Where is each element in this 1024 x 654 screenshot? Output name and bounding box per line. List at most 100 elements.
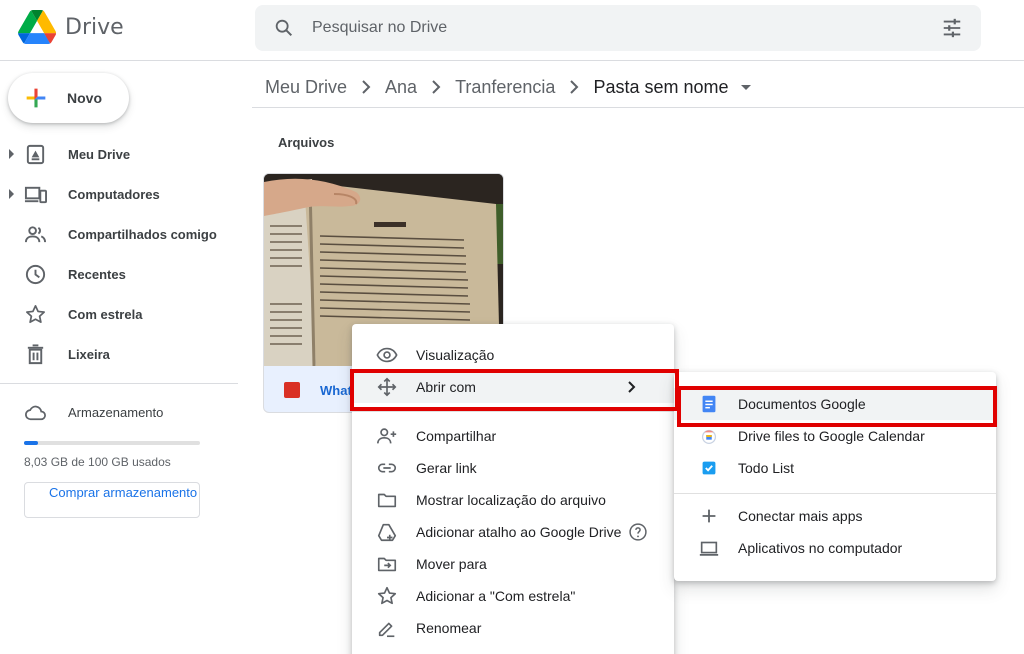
sidebar-item-recent[interactable]: Recentes	[0, 256, 238, 292]
chevron-right-icon	[362, 80, 371, 94]
laptop-icon	[699, 541, 719, 556]
menu-item-show-location[interactable]: Mostrar localização do arquivo	[352, 484, 674, 516]
pencil-icon	[378, 622, 395, 638]
plus-icon	[702, 509, 716, 523]
checkbox-app-icon	[702, 461, 716, 475]
menu-item-share[interactable]: Compartilhar	[352, 420, 674, 452]
drive-app: Drive Pesquisar no Drive Novo Meu Drive …	[0, 0, 1024, 654]
menu-item-move-to[interactable]: Mover para	[352, 548, 674, 580]
breadcrumb-item[interactable]: Ana	[385, 77, 417, 98]
trash-icon	[27, 344, 44, 365]
sidebar-item-my-drive[interactable]: Meu Drive	[0, 136, 238, 172]
header-divider	[0, 60, 1024, 61]
search-icon[interactable]	[273, 17, 295, 39]
menu-item-label: Mostrar localização do arquivo	[416, 492, 606, 508]
submenu-item-label: Drive files to Google Calendar	[738, 428, 925, 444]
menu-item-label: Adicionar atalho ao Google Drive	[416, 524, 622, 540]
google-docs-icon	[702, 395, 716, 413]
breadcrumb-item[interactable]: Tranferencia	[455, 77, 555, 98]
submenu-divider	[674, 493, 996, 494]
move-arrows-icon	[377, 377, 397, 397]
menu-item-label: Abrir com	[416, 379, 476, 395]
sidebar-item-starred[interactable]: Com estrela	[0, 296, 238, 332]
submenu-item-label: Todo List	[738, 460, 795, 476]
submenu-item-label: Documentos Google	[738, 396, 866, 412]
menu-item-label: Compartilhar	[416, 428, 497, 444]
computers-icon	[24, 186, 47, 204]
drive-logo-icon	[18, 10, 56, 44]
file-name[interactable]: What	[320, 383, 352, 398]
submenu-item-todo-list[interactable]: Todo List	[674, 452, 996, 484]
submenu-item-desktop-apps[interactable]: Aplicativos no computador	[674, 532, 996, 564]
new-button[interactable]: Novo	[8, 73, 129, 123]
search-input[interactable]: Pesquisar no Drive	[312, 19, 447, 37]
menu-divider	[352, 411, 674, 412]
link-icon	[377, 463, 397, 473]
search-bar[interactable]: Pesquisar no Drive	[255, 5, 981, 51]
folder-icon	[377, 493, 397, 508]
menu-item-label: Renomear	[416, 620, 482, 636]
sidebar-item-trash[interactable]: Lixeira	[0, 336, 238, 372]
sidebar-item-label: Meu Drive	[68, 147, 131, 162]
shared-icon	[24, 226, 47, 243]
sidebar-item-computers[interactable]: Computadores	[0, 176, 238, 212]
chevron-right-icon	[628, 381, 636, 393]
eye-icon	[376, 347, 398, 363]
my-drive-icon	[26, 144, 45, 165]
chevron-right-icon	[432, 80, 441, 94]
sidebar-item-storage[interactable]: Armazenamento	[0, 394, 238, 430]
files-section-title: Arquivos	[278, 135, 335, 150]
submenu-item-connect-apps[interactable]: Conectar mais apps	[674, 500, 996, 532]
storage-progress-bar	[24, 441, 200, 445]
chevron-right-icon	[570, 80, 579, 94]
sidebar-item-label: Lixeira	[68, 347, 110, 362]
expand-arrow-icon[interactable]	[9, 149, 14, 159]
star-icon	[26, 305, 45, 324]
caret-down-icon[interactable]	[740, 84, 751, 90]
submenu-item-label: Conectar mais apps	[738, 508, 863, 524]
buy-storage-button[interactable]: Comprar armazenamento	[24, 482, 200, 518]
expand-arrow-icon[interactable]	[9, 189, 14, 199]
sidebar-item-label: Com estrela	[68, 307, 143, 322]
cloud-icon	[25, 405, 46, 421]
move-to-icon	[377, 557, 397, 572]
menu-item-rename[interactable]: Renomear	[352, 612, 674, 644]
menu-item-add-starred[interactable]: Adicionar a "Com estrela"	[352, 580, 674, 612]
drive-logo[interactable]: Drive	[18, 10, 124, 44]
submenu-item-label: Aplicativos no computador	[738, 540, 903, 556]
sidebar-item-label: Compartilhados comigo	[68, 227, 217, 242]
menu-item-add-shortcut[interactable]: Adicionar atalho ao Google Drive	[352, 516, 674, 548]
menu-item-label: Adicionar a "Com estrela"	[416, 588, 576, 604]
context-menu: Visualização Abrir com Compartilhar Gera…	[352, 324, 674, 654]
add-shortcut-icon	[377, 523, 397, 542]
sidebar-divider	[0, 383, 238, 384]
breadcrumb-current[interactable]: Pasta sem nome	[593, 77, 728, 98]
new-button-label: Novo	[67, 90, 102, 106]
star-outline-icon	[377, 586, 397, 605]
menu-item-label: Mover para	[416, 556, 487, 572]
sidebar-item-shared[interactable]: Compartilhados comigo	[0, 216, 238, 252]
image-file-icon	[284, 382, 300, 398]
menu-item-preview[interactable]: Visualização	[352, 339, 674, 371]
plus-color-icon	[26, 88, 46, 108]
storage-used-text: 8,03 GB de 100 GB usados	[24, 455, 171, 469]
main-divider	[252, 107, 1024, 108]
calendar-app-icon	[701, 429, 717, 444]
menu-item-label: Gerar link	[416, 460, 477, 476]
storage-progress-fill	[24, 441, 39, 445]
submenu-item-google-docs[interactable]: Documentos Google	[674, 388, 996, 420]
submenu-item-drive-calendar[interactable]: Drive files to Google Calendar	[674, 420, 996, 452]
sidebar-item-label: Recentes	[68, 267, 126, 282]
menu-item-get-link[interactable]: Gerar link	[352, 452, 674, 484]
person-add-icon	[377, 428, 397, 444]
breadcrumb-item[interactable]: Meu Drive	[265, 77, 347, 98]
app-name: Drive	[65, 14, 124, 40]
menu-item-open-with[interactable]: Abrir com	[352, 371, 674, 403]
storage-label: Armazenamento	[68, 405, 164, 420]
menu-item-label: Visualização	[416, 347, 495, 363]
clock-icon	[25, 264, 46, 285]
help-icon[interactable]	[628, 522, 648, 542]
open-with-submenu: Documentos Google Drive files to Google …	[674, 372, 996, 581]
search-options-icon[interactable]	[941, 17, 963, 39]
breadcrumb: Meu Drive Ana Tranferencia Pasta sem nom…	[265, 75, 751, 99]
